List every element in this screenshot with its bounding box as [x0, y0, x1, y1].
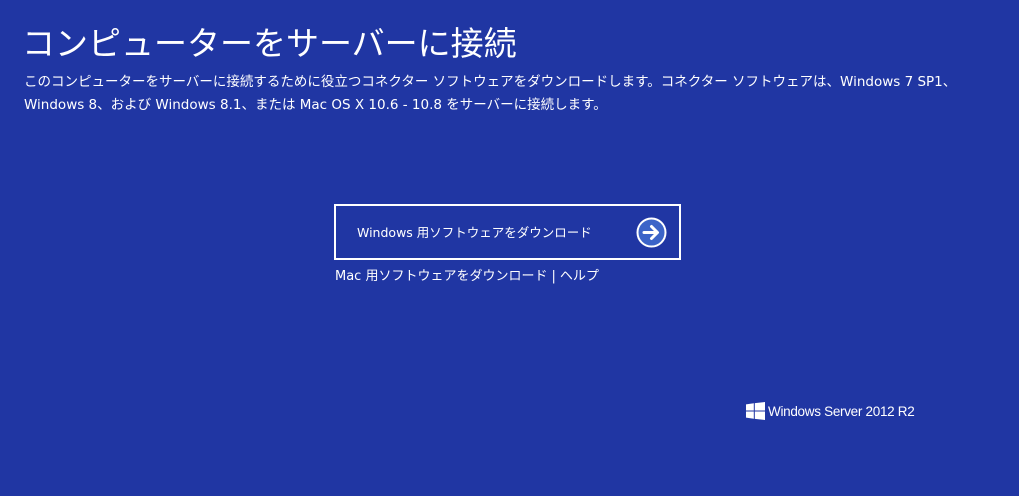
help-link[interactable]: ヘルプ — [560, 269, 599, 284]
download-windows-button[interactable]: Windows 用ソフトウェアをダウンロード — [334, 204, 681, 260]
link-separator: | — [551, 269, 556, 284]
download-windows-label: Windows 用ソフトウェアをダウンロード — [357, 225, 592, 240]
brand-text: Windows Server 2012 R2 — [768, 403, 915, 419]
download-mac-link[interactable]: Mac 用ソフトウェアをダウンロード — [335, 269, 547, 284]
windows-logo-icon — [746, 402, 765, 420]
windows-server-brand: Windows Server 2012 R2 — [746, 402, 915, 420]
arrow-right-circle-icon — [636, 217, 667, 248]
intro-description: このコンピューターをサーバーに接続するために役立つコネクター ソフトウェアをダウ… — [24, 74, 957, 113]
secondary-links: Mac 用ソフトウェアをダウンロード | ヘルプ — [335, 267, 599, 287]
page-title: コンピューターをサーバーに接続 — [22, 24, 517, 63]
connector-download-page: { "page": { "title": "コンピューターをサーバーに接続", … — [0, 0, 1019, 496]
